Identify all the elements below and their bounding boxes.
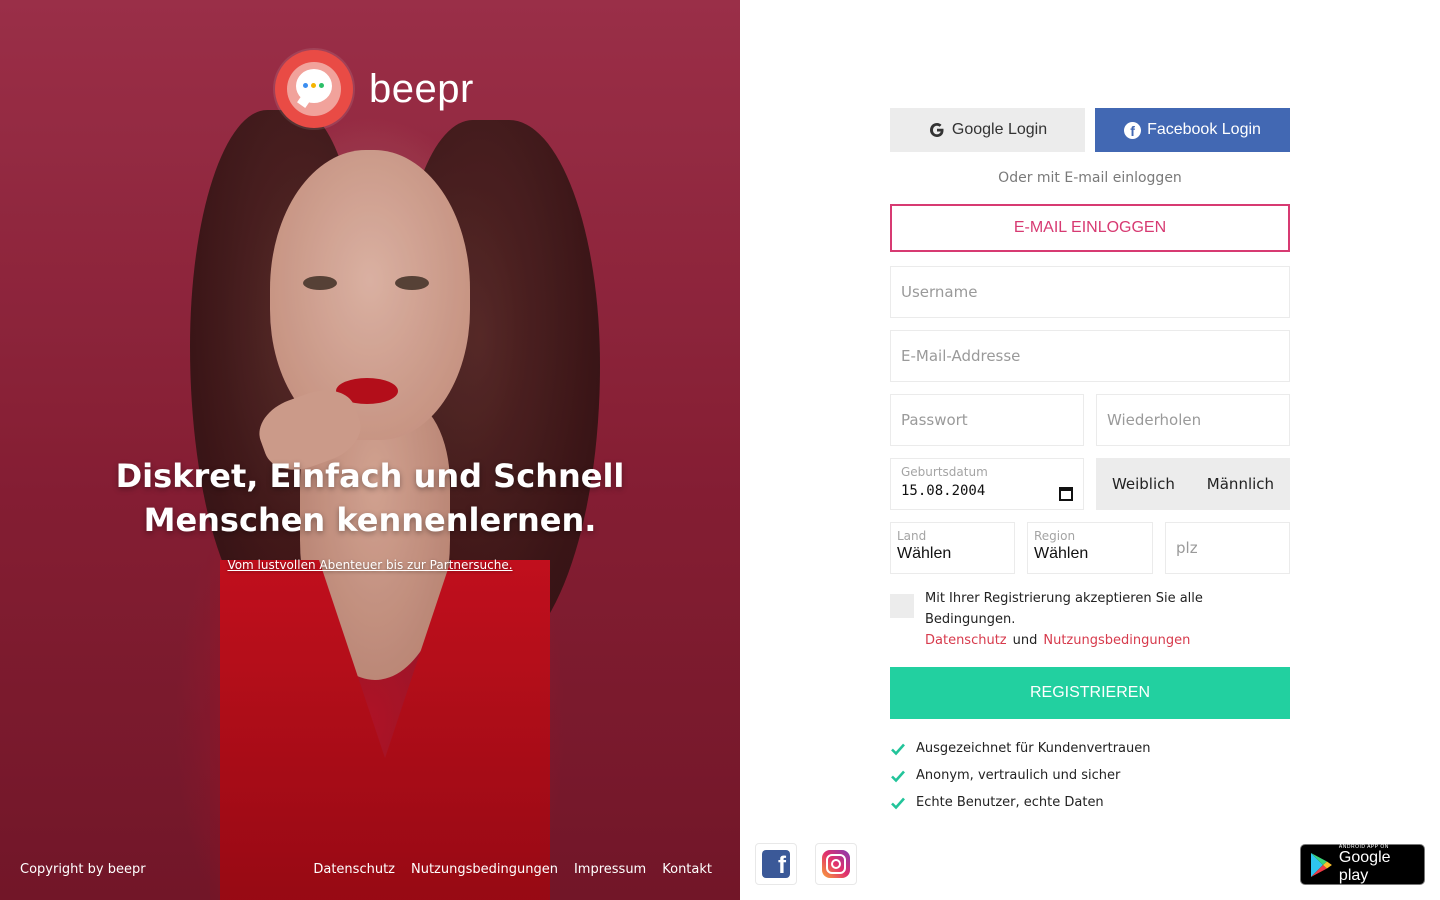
region-value: Wählen	[1034, 545, 1089, 562]
check-icon	[891, 770, 905, 782]
footer-link-datenschutz[interactable]: Datenschutz	[313, 862, 395, 877]
birthdate-gender-row: Geburtsdatum 15.08.2004 Weiblich Männlic…	[890, 458, 1290, 510]
copyright: Copyright by beepr	[20, 862, 146, 877]
register-button[interactable]: REGISTRIEREN	[890, 667, 1290, 719]
hero-headline: Diskret, Einfach und Schnell Menschen ke…	[100, 454, 640, 542]
check-icon	[891, 797, 905, 809]
hero-panel: beepr Diskret, Einfach und Schnell Mensc…	[0, 0, 740, 900]
repeat-password-field[interactable]	[1096, 394, 1290, 446]
gender-female-option[interactable]: Weiblich	[1112, 475, 1175, 493]
facebook-login-label: Facebook Login	[1147, 121, 1261, 138]
terms-row: Mit Ihrer Registrierung akzeptieren Sie …	[890, 588, 1290, 651]
feature-item: Anonym, vertraulich und sicher	[890, 762, 1290, 789]
hero-overlay	[0, 0, 740, 900]
feature-item: Ausgezeichnet für Kundenvertrauen	[890, 735, 1290, 762]
google-play-badge[interactable]: ANDROID APP ON Google play	[1300, 844, 1425, 885]
or-email-text: Oder mit E-mail einloggen	[998, 170, 1182, 186]
social-login-row: Google Login f Facebook Login	[890, 108, 1290, 152]
password-field[interactable]	[890, 394, 1084, 446]
check-icon	[891, 743, 905, 755]
birthdate-value[interactable]: 15.08.2004	[901, 483, 1073, 499]
region-label: Region	[1034, 529, 1076, 543]
brand[interactable]: beepr	[275, 50, 474, 128]
feature-text: Ausgezeichnet für Kundenvertrauen	[916, 741, 1151, 756]
country-select[interactable]: Land Wählen	[890, 522, 1015, 574]
feature-text: Echte Benutzer, echte Daten	[916, 795, 1104, 810]
beepr-logo-icon	[275, 50, 353, 128]
instagram-link[interactable]	[815, 843, 857, 885]
google-play-text: Google play	[1338, 849, 1391, 884]
instagram-icon	[822, 850, 850, 878]
terms-checkbox[interactable]	[890, 594, 914, 618]
conditions-link[interactable]: Nutzungsbedingungen	[1043, 633, 1190, 648]
footer-link-impressum[interactable]: Impressum	[574, 862, 646, 877]
hero-subline-link[interactable]: Vom lustvollen Abenteuer bis zur Partner…	[100, 558, 640, 572]
zip-placeholder: plz	[1176, 539, 1198, 557]
terms-text: Mit Ihrer Registrierung akzeptieren Sie …	[925, 588, 1290, 651]
facebook-square-icon: f	[762, 850, 790, 879]
registration-panel: Google Login f Facebook Login Oder mit E…	[890, 108, 1290, 816]
zip-field[interactable]: plz	[1165, 522, 1290, 574]
feature-item: Echte Benutzer, echte Daten	[890, 789, 1290, 816]
username-input[interactable]	[901, 283, 1279, 301]
region-select[interactable]: Region Wählen	[1027, 522, 1153, 574]
google-play-icon	[1310, 852, 1332, 877]
gender-selector: Weiblich Männlich	[1096, 458, 1290, 510]
terms-and: und	[1012, 633, 1038, 648]
password-row	[890, 394, 1290, 446]
repeat-password-input[interactable]	[1107, 411, 1279, 429]
gender-male-option[interactable]: Männlich	[1207, 475, 1274, 493]
location-row: Land Wählen Region Wählen plz	[890, 522, 1290, 574]
password-input[interactable]	[901, 411, 1073, 429]
hero-headline-line1: Diskret, Einfach und Schnell	[115, 457, 625, 495]
brand-name: beepr	[369, 66, 474, 111]
country-value: Wählen	[897, 545, 952, 562]
facebook-login-button[interactable]: f Facebook Login	[1095, 108, 1290, 152]
footer-nav: Datenschutz Nutzungsbedingungen Impressu…	[313, 862, 712, 877]
email-input[interactable]	[901, 347, 1279, 365]
birthdate-label: Geburtsdatum	[901, 465, 988, 479]
calendar-icon[interactable]	[1059, 487, 1073, 501]
google-login-button[interactable]: Google Login	[890, 108, 1085, 152]
feature-text: Anonym, vertraulich und sicher	[916, 768, 1121, 783]
email-field[interactable]	[890, 330, 1290, 382]
facebook-page-link[interactable]: f	[755, 843, 797, 885]
username-field[interactable]	[890, 266, 1290, 318]
social-links: f	[755, 843, 857, 885]
hero-headline-line2: Menschen kennenlernen.	[143, 501, 597, 539]
email-login-button[interactable]: E-MAIL EINLOGGEN	[890, 204, 1290, 252]
country-label: Land	[897, 529, 927, 543]
google-icon	[929, 123, 944, 137]
footer-link-kontakt[interactable]: Kontakt	[662, 862, 712, 877]
facebook-icon: f	[1124, 121, 1142, 139]
footer-link-nutzungsbedingungen[interactable]: Nutzungsbedingungen	[411, 862, 558, 877]
birthdate-field[interactable]: Geburtsdatum 15.08.2004	[890, 458, 1084, 510]
feature-list: Ausgezeichnet für Kundenvertrauen Anonym…	[890, 735, 1290, 816]
privacy-link[interactable]: Datenschutz	[925, 633, 1007, 648]
google-login-label: Google Login	[951, 121, 1048, 138]
terms-statement: Mit Ihrer Registrierung akzeptieren Sie …	[925, 591, 1203, 627]
